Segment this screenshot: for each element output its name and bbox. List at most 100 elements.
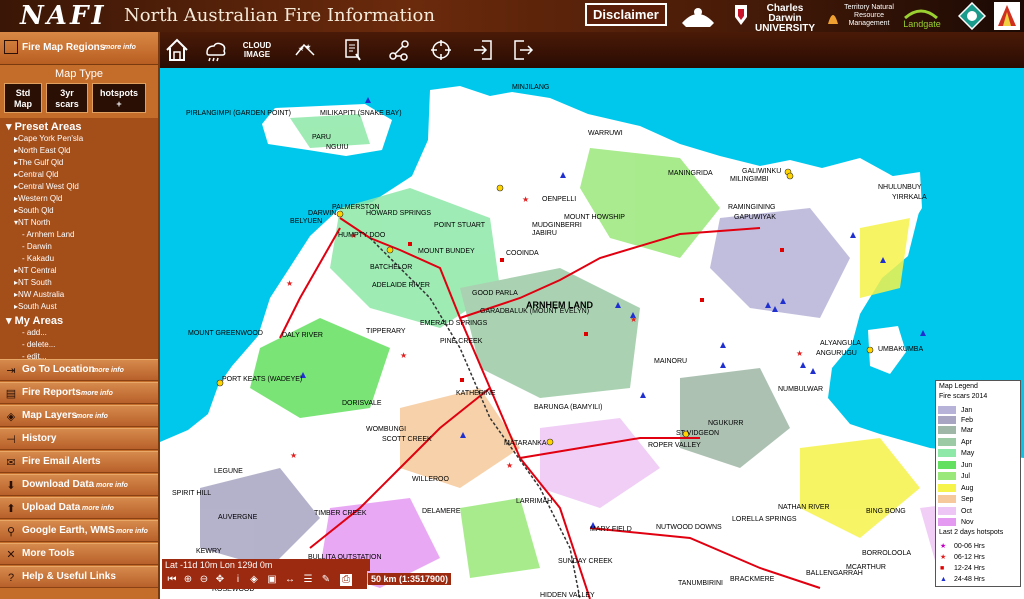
hotspot-row: ★ 06-12 Hrs [940, 552, 985, 562]
more-info-link[interactable]: more info [76, 413, 108, 420]
route-button[interactable] [382, 34, 416, 66]
zoom-out-icon[interactable]: ⊖ [198, 574, 210, 586]
sub-item-label: Arnhem Land [26, 230, 75, 239]
more-info-link[interactable]: more info [82, 505, 114, 512]
legend-row: Oct [938, 506, 972, 516]
place-label: TIMBER CREEK [314, 510, 367, 517]
my-area-add[interactable]: - add... [22, 328, 47, 337]
preset-label: South Qld [18, 206, 54, 215]
3yr-scars-label-1: 3yr [60, 88, 74, 98]
locate-button[interactable] [424, 34, 458, 66]
zoom-in-icon[interactable]: ⊕ [182, 574, 194, 586]
place-label: KEWRY [196, 548, 222, 555]
report-icon: ▤ [5, 388, 17, 400]
place-label: TIPPERARY [366, 328, 406, 335]
more-info-link[interactable]: more info [116, 528, 148, 535]
logout-button[interactable] [506, 34, 540, 66]
emblem-icon [958, 2, 986, 30]
upload-data-button[interactable]: ⬆ Upload Data more info [0, 497, 158, 519]
hotspots-button[interactable]: hotspots + [92, 83, 146, 113]
my-area-delete[interactable]: - delete... [22, 340, 55, 349]
legend-row: Mar [938, 425, 973, 435]
preset-item[interactable]: ▸Central Qld [14, 170, 58, 179]
home-button[interactable] [160, 34, 194, 66]
fire-reports-button[interactable]: ▤ Fire Reports more info [0, 382, 158, 404]
sub-item[interactable]: - Kakadu [22, 254, 54, 263]
preset-item[interactable]: ▾NT North [14, 218, 50, 227]
download-data-button[interactable]: ⬇ Download Data more info [0, 474, 158, 496]
more-info-link[interactable]: more info [81, 390, 113, 397]
go-to-location-button[interactable]: ⇥ Go To Location more info [0, 359, 158, 381]
document-icon [345, 39, 361, 61]
map-layers-button[interactable]: ◈ Map Layers more info [0, 405, 158, 427]
help-links-button[interactable]: ? Help & Useful Links [0, 566, 158, 588]
my-areas-title[interactable]: ▾ My Areas [6, 314, 63, 327]
place-label: PIRLANGIMPI (GARDEN POINT) [186, 110, 292, 117]
preset-item[interactable]: ▸NT Central [14, 266, 57, 275]
fire-map[interactable]: ★ ★ ★ ★ ★ ★ ★ ★ MINJILANG PIRLANGIMPI (GARDEN … [160, 68, 1024, 599]
pan-icon[interactable]: ✥ [214, 574, 226, 586]
star-icon: ★ [940, 543, 947, 550]
std-map-button[interactable]: Std Map [4, 83, 42, 113]
fire-map-regions-button[interactable]: Fire Map Regions more info [0, 32, 158, 65]
preset-item[interactable]: ▸The Gulf Qld [14, 158, 63, 167]
identify-icon[interactable]: ◈ [248, 574, 260, 586]
place-label: COOINDA [506, 250, 539, 257]
width-icon[interactable]: ↔ [284, 574, 296, 586]
legend-row: May [938, 448, 974, 458]
fire-map-regions-label: Fire Map Regions [22, 42, 106, 53]
nafi-logo[interactable]: NAFI [20, 1, 107, 31]
svg-text:★: ★ [506, 461, 513, 470]
history-button[interactable]: ⊣ History [0, 428, 158, 450]
3yr-scars-button[interactable]: 3yr scars [46, 83, 88, 113]
download-icon: ⬇ [6, 480, 16, 492]
email-icon: ✉ [6, 457, 16, 469]
preset-areas-title[interactable]: ▾ Preset Areas [6, 120, 81, 133]
login-button[interactable] [466, 34, 500, 66]
cloud-image-button[interactable]: CLOUD IMAGE [240, 34, 274, 66]
legend-swatch [938, 518, 956, 526]
place-label: OENPELLI [542, 196, 577, 203]
preset-item[interactable]: ▸Western Qld [14, 194, 62, 203]
preset-item[interactable]: ▸South Qld [14, 206, 54, 215]
fire-email-alerts-button[interactable]: ✉ Fire Email Alerts [0, 451, 158, 473]
place-label: ANGURUGU [816, 350, 857, 357]
sub-item-label: Darwin [26, 242, 52, 251]
more-info-link[interactable]: more info [92, 367, 124, 374]
preset-item[interactable]: ▸Cape York Pen'sla [14, 134, 83, 143]
sub-item[interactable]: - Darwin [22, 242, 52, 251]
info-icon[interactable]: i [232, 574, 244, 586]
fire-stars-button[interactable]: ★ ★ [288, 34, 322, 66]
preset-item[interactable]: ▸Central West Qld [14, 182, 79, 191]
weather-button[interactable] [198, 34, 232, 66]
google-earth-wms-button[interactable]: ⚲ Google Earth, WMS more info [0, 520, 158, 542]
hotspots-title: Last 2 days hotspots [939, 529, 1004, 536]
more-tools-button[interactable]: ✕ More Tools [0, 543, 158, 565]
list-icon[interactable]: ☰ [302, 574, 314, 586]
preset-label: Cape York Pen'sla [18, 134, 84, 143]
menu-label: Map Layers [22, 410, 78, 421]
preset-label: South Aust [18, 302, 57, 311]
cloud-image-label-2: IMAGE [243, 50, 271, 59]
preset-item[interactable]: ▸NT South [14, 278, 52, 287]
first-extent-icon[interactable]: ⏮ [166, 574, 178, 586]
fire-map-regions-more-info[interactable]: more info [104, 44, 136, 51]
sub-item[interactable]: - Arnhem Land [22, 230, 74, 239]
report-button[interactable] [336, 34, 370, 66]
measure-icon[interactable]: ▣ [266, 574, 278, 586]
preset-label: NT Central [18, 266, 57, 275]
legend-label: Aug [961, 484, 974, 492]
coat-of-arms-icon [682, 8, 714, 27]
place-label: MUDGINBERRI [532, 222, 582, 229]
disclaimer-button[interactable]: Disclaimer [585, 3, 667, 26]
menu-label: Google Earth, WMS [22, 525, 115, 536]
hotspot-row: ■ 12-24 Hrs [940, 563, 985, 573]
legend-swatch [938, 461, 956, 469]
more-info-link[interactable]: more info [96, 482, 128, 489]
territory-nrm-logo: Territory Natural Resource Management [844, 4, 894, 27]
edit-icon[interactable]: ✎ [320, 574, 332, 586]
print-icon[interactable]: ⎙ [340, 574, 352, 586]
preset-item[interactable]: ▸NW Australia [14, 290, 64, 299]
preset-item[interactable]: ▸South Aust [14, 302, 57, 311]
preset-item[interactable]: ▸North East Qld [14, 146, 70, 155]
